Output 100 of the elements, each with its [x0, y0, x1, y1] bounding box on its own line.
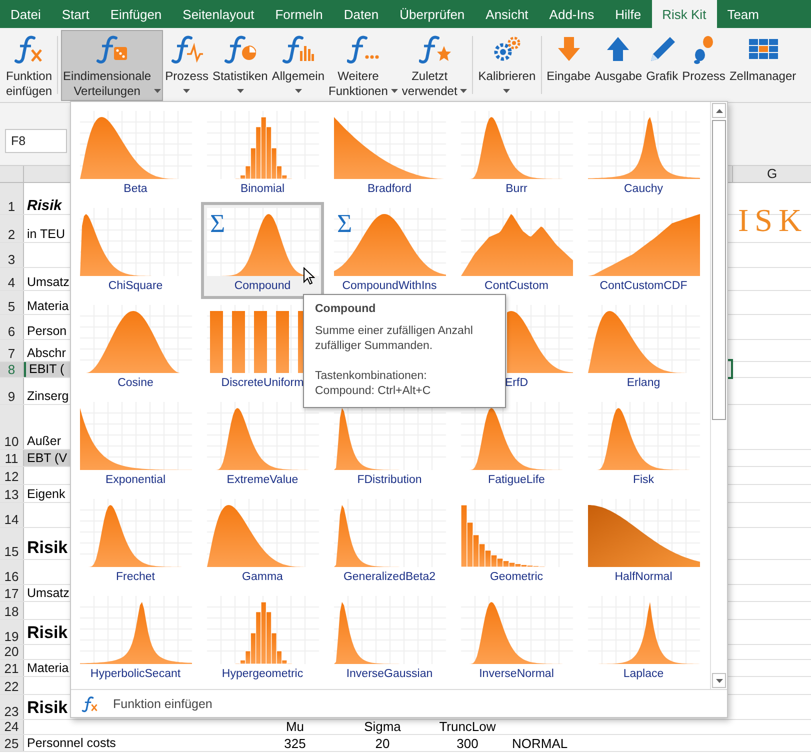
menu-tab[interactable]: Hilfe — [604, 0, 652, 28]
cell-text: Risik — [27, 198, 62, 214]
ribbon-button[interactable]: Allgemein — [270, 30, 327, 101]
cell-text: Personnel costs — [27, 735, 116, 751]
row-number[interactable]: 6 — [0, 315, 24, 339]
cell-text: EBIT ( — [29, 361, 64, 377]
menu-tab[interactable]: Start — [51, 0, 100, 28]
insert-function-link[interactable]: Funktion einfügen — [113, 696, 212, 710]
row-number[interactable]: 17 — [0, 585, 24, 601]
density-curve-icon — [334, 111, 446, 179]
density-curve-icon — [80, 499, 192, 567]
ribbon-button[interactable]: Zellmanager — [727, 30, 798, 101]
menu-tab[interactable]: Team — [716, 0, 770, 28]
table-cell: 300 — [456, 736, 478, 751]
menu-tab[interactable]: Seitenlayout — [172, 0, 265, 28]
row-number[interactable]: 7 — [0, 340, 24, 361]
row-number[interactable]: 8 — [0, 362, 24, 377]
density-curve-icon — [588, 596, 700, 664]
row-number[interactable]: 3 — [0, 243, 24, 267]
density-curve-icon — [334, 596, 446, 664]
menu-tab[interactable]: Add-Ins — [538, 0, 605, 28]
ribbon-button[interactable]: Kalibrieren — [476, 30, 538, 101]
ribbon-button[interactable]: Eindimensionale Verteilungen — [61, 30, 164, 101]
row-number[interactable]: 10 — [0, 405, 24, 449]
menu-tab[interactable]: Überprüfen — [389, 0, 476, 28]
row-number[interactable]: 5 — [0, 291, 24, 314]
function-star-icon — [418, 33, 451, 65]
cell-text: Abschr — [27, 345, 66, 361]
row-number[interactable]: 4 — [0, 268, 24, 290]
row-number[interactable]: 19 — [0, 620, 24, 644]
density-curve-icon — [588, 305, 700, 373]
density-curve-icon — [206, 208, 318, 276]
function-bar-chart-icon — [282, 33, 314, 65]
cell-text: Umsatz — [27, 585, 70, 601]
density-curve-icon — [460, 402, 572, 470]
ribbon-button[interactable]: Funktion einfügen — [4, 30, 54, 101]
function-icon — [81, 694, 99, 712]
density-curve-icon — [80, 402, 192, 470]
row-number[interactable]: 12 — [0, 467, 24, 484]
density-curve-icon — [588, 111, 700, 179]
row-number[interactable]: 25 — [0, 735, 24, 751]
row-number[interactable]: 15 — [0, 528, 24, 559]
row-number[interactable]: 2 — [0, 215, 24, 242]
row-number[interactable]: 16 — [0, 560, 24, 584]
density-curve-icon — [460, 596, 572, 664]
name-box[interactable]: F8 — [5, 129, 67, 153]
logo-text: ISK — [738, 202, 808, 239]
row-number[interactable]: 18 — [0, 602, 24, 619]
menu-tab[interactable]: Daten — [333, 0, 390, 28]
density-curve-icon — [588, 402, 700, 470]
table-cell: Sigma — [364, 719, 401, 734]
cell-text: Zinserg — [27, 388, 69, 404]
menu-tab[interactable]: Risk Kit — [652, 0, 717, 28]
cell-text: Umsatz — [27, 274, 70, 290]
menu-tab[interactable]: Einfügen — [100, 0, 172, 28]
cell-text: Eigenk — [27, 486, 66, 502]
ribbon-button[interactable]: Statistiken — [210, 30, 270, 101]
ribbon-button[interactable]: Grafik — [644, 30, 680, 101]
row-number[interactable]: 24 — [0, 720, 24, 734]
density-curve-icon — [460, 208, 572, 276]
cursor-icon — [303, 267, 315, 285]
function-line-chart-icon — [170, 33, 203, 65]
table-cell: 20 — [375, 736, 390, 751]
cell-text: Risik — [27, 537, 68, 559]
density-curve-icon — [206, 596, 318, 664]
row-number[interactable]: 9 — [0, 378, 24, 404]
row-number[interactable]: 14 — [0, 503, 24, 527]
cell-text: Risik — [27, 622, 68, 644]
column-header[interactable]: G — [732, 166, 811, 182]
menu-tab[interactable]: Datei — [0, 0, 52, 28]
function-dots-icon — [347, 33, 380, 65]
menu-tab[interactable]: Ansicht — [475, 0, 539, 28]
density-curve-icon — [206, 111, 318, 179]
scrollbar[interactable] — [710, 102, 727, 689]
ribbon-button[interactable]: Ausgabe — [592, 30, 644, 101]
ribbon-button[interactable]: Weitere Funktionen — [326, 30, 400, 101]
row-number[interactable]: 21 — [0, 660, 24, 676]
ribbon-button[interactable]: Prozess — [680, 30, 728, 101]
table-cell: NORMAL — [512, 736, 568, 751]
cell-text: Materia — [27, 298, 69, 314]
ribbon-button[interactable]: Prozess — [163, 30, 210, 101]
table-cell: Mu — [286, 719, 304, 734]
distribution-tile[interactable]: Σ Compound — [201, 202, 324, 299]
ribbon-button[interactable]: Zuletzt verwendet — [400, 30, 470, 101]
function-dice-icon — [96, 33, 128, 65]
cell-text: EBT (V — [27, 450, 68, 466]
up-caret-icon[interactable] — [716, 108, 722, 112]
density-curve-icon — [80, 596, 192, 664]
density-curve-icon — [334, 208, 446, 276]
row-number[interactable]: 13 — [0, 485, 24, 502]
menu-tab[interactable]: Formeln — [264, 0, 334, 28]
cell-text: Person — [27, 323, 67, 339]
row-number[interactable]: 23 — [0, 695, 24, 719]
ribbon-button[interactable]: Eingabe — [544, 30, 593, 101]
row-number[interactable]: 20 — [0, 645, 24, 659]
density-curve-icon — [507, 305, 573, 373]
row-number[interactable]: 11 — [0, 450, 24, 466]
row-number[interactable]: 1 — [0, 183, 24, 214]
down-caret-icon[interactable] — [716, 678, 722, 682]
row-number[interactable]: 22 — [0, 677, 24, 694]
